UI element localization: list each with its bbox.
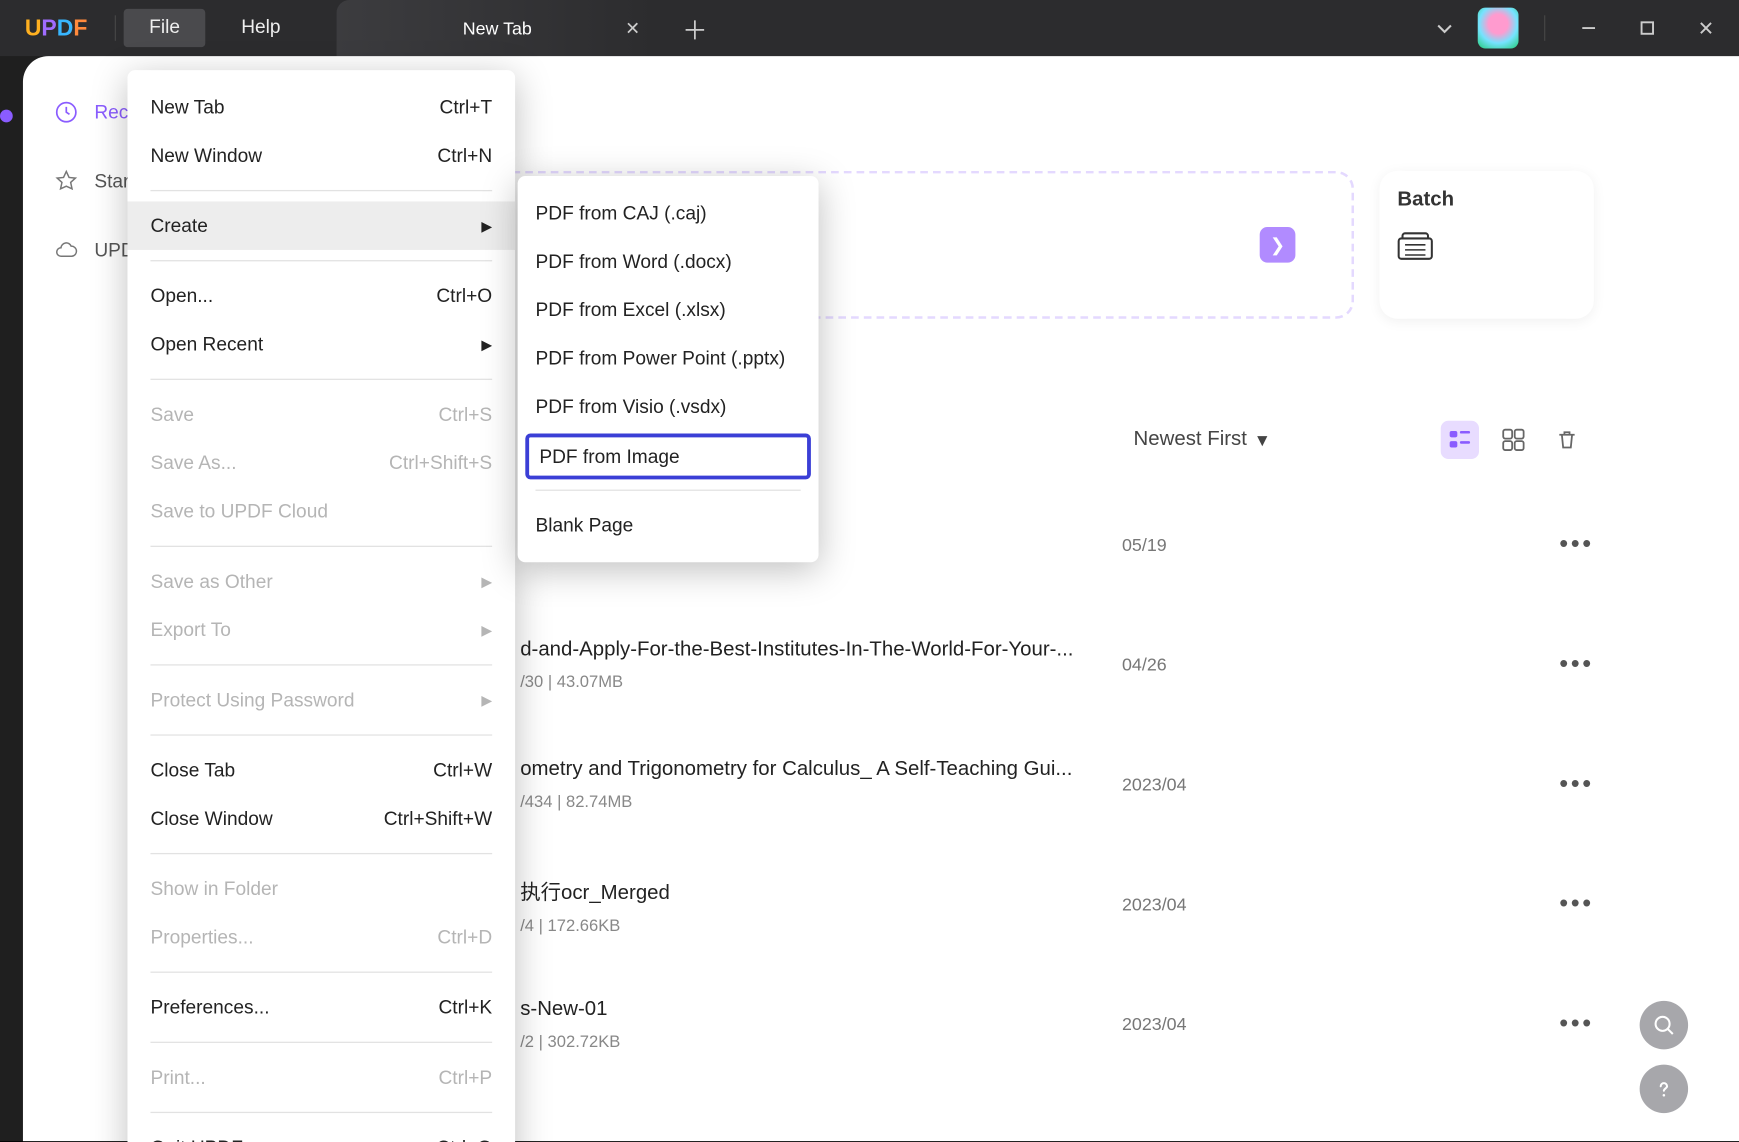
file-meta: /30 | 43.07MB: [520, 671, 1073, 690]
menu-item-open-recent[interactable]: Open Recent▶: [128, 320, 516, 368]
avatar[interactable]: [1478, 8, 1519, 49]
chevron-right-icon: ▶: [481, 336, 492, 353]
add-tab-button[interactable]: ＋: [676, 9, 714, 47]
separator: [150, 734, 492, 735]
menu-item-create[interactable]: Create▶: [128, 201, 516, 249]
file-date: 2023/04: [1122, 774, 1187, 794]
separator: [536, 490, 801, 491]
clock-icon: [54, 99, 79, 125]
chevron-right-icon: ❯: [1260, 227, 1296, 263]
menu-item-new-window[interactable]: New WindowCtrl+N: [128, 131, 516, 179]
separator: [150, 664, 492, 665]
submenu-item-excel[interactable]: PDF from Excel (.xlsx): [518, 286, 819, 334]
view-grid-button[interactable]: [1494, 421, 1532, 459]
menu-item-save-as: Save As...Ctrl+Shift+S: [128, 439, 516, 487]
separator: [150, 1112, 492, 1113]
chevron-right-icon: ▶: [481, 622, 492, 639]
close-button[interactable]: [1688, 10, 1724, 46]
cloud-icon: [54, 237, 79, 263]
file-date: 2023/04: [1122, 1014, 1187, 1034]
list-item[interactable]: 执行ocr_Merged /4 | 172.66KB 2023/04 •••: [482, 844, 1586, 964]
file-date: 04/26: [1122, 654, 1167, 674]
more-icon[interactable]: •••: [1559, 650, 1593, 679]
file-date: 05/19: [1122, 534, 1167, 554]
menu-item-save-cloud: Save to UPDF Cloud: [128, 487, 516, 535]
batch-card[interactable]: Batch: [1380, 171, 1594, 319]
separator: [150, 1042, 492, 1043]
chevron-right-icon: ▶: [481, 573, 492, 590]
separator: [1544, 15, 1545, 41]
separator: [150, 260, 492, 261]
file-date: 2023/04: [1122, 894, 1187, 914]
chevron-right-icon: ▶: [481, 692, 492, 709]
sort-label: Newest First: [1134, 428, 1247, 451]
maximize-button[interactable]: [1629, 10, 1665, 46]
menu-item-properties: Properties...Ctrl+D: [128, 913, 516, 961]
more-icon[interactable]: •••: [1559, 530, 1593, 559]
menu-item-save: SaveCtrl+S: [128, 390, 516, 438]
menu-item-new-tab[interactable]: New TabCtrl+T: [128, 83, 516, 131]
chevron-down-icon[interactable]: [1434, 18, 1454, 38]
submenu-item-blank[interactable]: Blank Page: [518, 501, 819, 549]
separator: [115, 15, 116, 41]
submenu-item-ppt[interactable]: PDF from Power Point (.pptx): [518, 334, 819, 382]
menu-item-close-window[interactable]: Close WindowCtrl+Shift+W: [128, 794, 516, 842]
sort-dropdown[interactable]: Newest First ▾: [1134, 427, 1268, 453]
more-icon[interactable]: •••: [1559, 769, 1593, 798]
trash-button[interactable]: [1548, 421, 1586, 459]
more-icon[interactable]: •••: [1559, 889, 1593, 918]
menu-item-export-to: Export To▶: [128, 606, 516, 654]
submenu-item-image[interactable]: PDF from Image: [525, 434, 811, 480]
submenu-item-visio[interactable]: PDF from Visio (.vsdx): [518, 383, 819, 431]
batch-icon: [1397, 232, 1433, 260]
file-meta: /434 | 82.74MB: [520, 791, 1072, 810]
list-item[interactable]: ometry and Trigonometry for Calculus_ A …: [482, 724, 1586, 844]
minimize-button[interactable]: [1571, 10, 1607, 46]
file-title: d-and-Apply-For-the-Best-Institutes-In-T…: [520, 638, 1073, 661]
file-meta: /2 | 302.72KB: [520, 1031, 620, 1050]
recent-list: 05/19 ••• d-and-Apply-For-the-Best-Insti…: [482, 485, 1586, 1084]
search-fab[interactable]: [1640, 1001, 1688, 1049]
menu-item-preferences[interactable]: Preferences...Ctrl+K: [128, 983, 516, 1031]
tab-new[interactable]: New Tab ✕: [337, 0, 658, 56]
caret-down-icon: ▾: [1257, 427, 1267, 453]
more-icon[interactable]: •••: [1559, 1009, 1593, 1038]
app-logo: UPDF: [0, 15, 112, 42]
menu-file[interactable]: File: [124, 9, 206, 47]
submenu-item-caj[interactable]: PDF from CAJ (.caj): [518, 189, 819, 237]
file-title: 执行ocr_Merged: [520, 874, 670, 905]
tab-label: New Tab: [463, 18, 532, 38]
separator: [150, 190, 492, 191]
view-list-button[interactable]: [1441, 421, 1479, 459]
submenu-item-word[interactable]: PDF from Word (.docx): [518, 237, 819, 285]
star-icon: [54, 168, 79, 194]
separator: [150, 853, 492, 854]
menu-item-print: Print...Ctrl+P: [128, 1053, 516, 1101]
menu-item-quit[interactable]: Quit UPDFCtrl+Q: [128, 1123, 516, 1142]
create-submenu: PDF from CAJ (.caj) PDF from Word (.docx…: [518, 176, 819, 562]
menu-help[interactable]: Help: [216, 9, 306, 47]
menu-item-open[interactable]: Open...Ctrl+O: [128, 272, 516, 320]
file-title: ometry and Trigonometry for Calculus_ A …: [520, 758, 1072, 781]
menu-item-close-tab[interactable]: Close TabCtrl+W: [128, 746, 516, 794]
chevron-right-icon: ▶: [481, 217, 492, 234]
file-meta: /4 | 172.66KB: [520, 915, 670, 934]
title-bar: UPDF File Help New Tab ✕ ＋: [0, 0, 1739, 56]
separator: [150, 379, 492, 380]
menu-item-show-folder: Show in Folder: [128, 864, 516, 912]
menu-item-save-other: Save as Other▶: [128, 557, 516, 605]
separator: [150, 546, 492, 547]
file-menu: New TabCtrl+T New WindowCtrl+N Create▶ O…: [128, 70, 516, 1142]
list-item[interactable]: d-and-Apply-For-the-Best-Institutes-In-T…: [482, 604, 1586, 724]
batch-title: Batch: [1397, 189, 1576, 212]
drag-handle-icon[interactable]: [0, 110, 13, 123]
menu-item-protect: Protect Using Password▶: [128, 676, 516, 724]
list-item[interactable]: s-New-01 /2 | 302.72KB 2023/04 •••: [482, 964, 1586, 1084]
separator: [150, 972, 492, 973]
close-icon[interactable]: ✕: [625, 17, 640, 39]
help-fab[interactable]: [1640, 1065, 1688, 1113]
file-title: s-New-01: [520, 998, 620, 1021]
